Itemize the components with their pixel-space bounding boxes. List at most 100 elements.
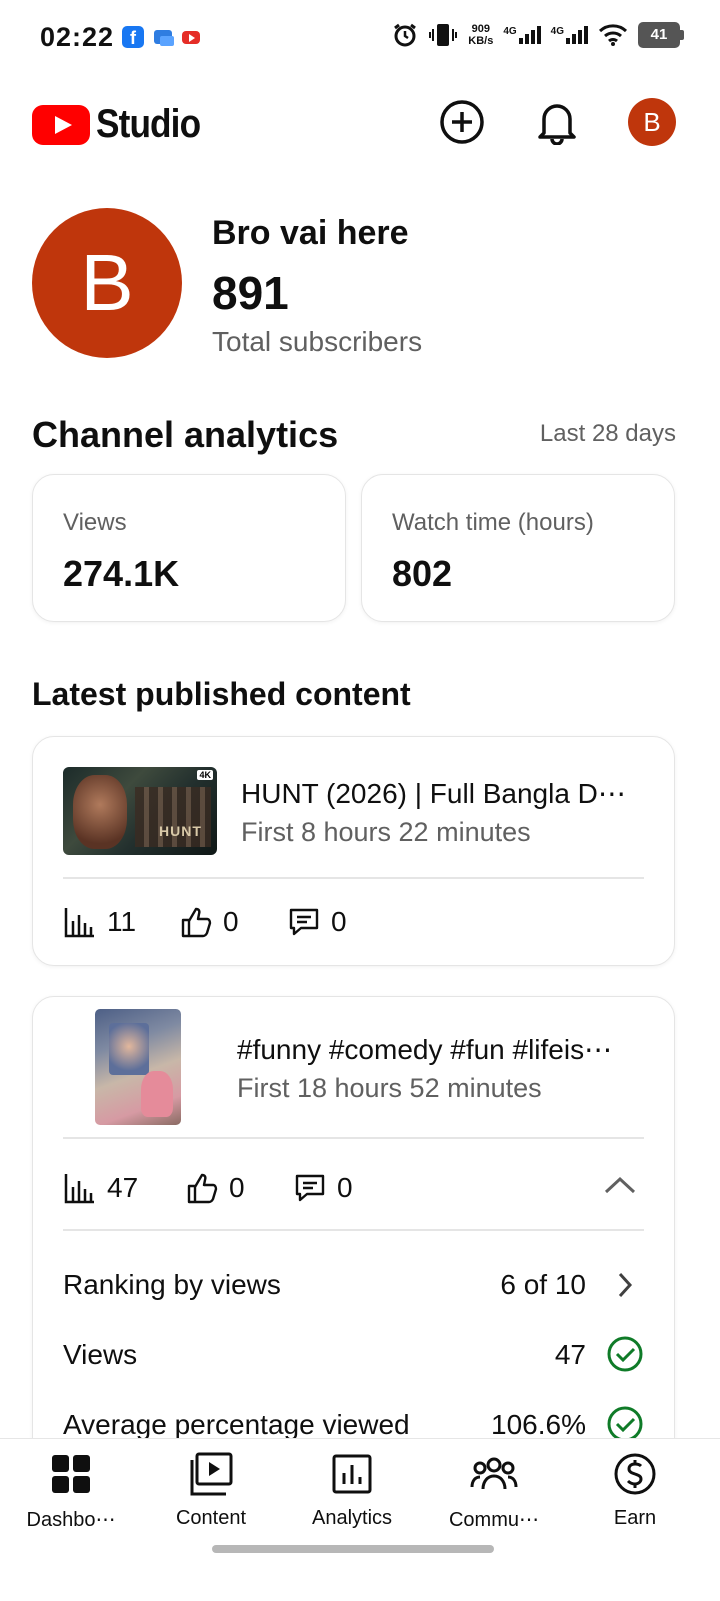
views-count: 11 xyxy=(107,906,137,937)
signal-bars-icon xyxy=(566,26,588,44)
latest-content-title: Latest published content xyxy=(32,676,411,712)
likes-count: 0 xyxy=(229,1172,245,1203)
status-time: 02:22 xyxy=(40,22,115,52)
youtube-logo-icon xyxy=(32,104,90,145)
thumbnail-person xyxy=(141,1071,173,1117)
network-speed: 909 KB/s xyxy=(468,23,493,47)
battery-icon: 41 xyxy=(638,22,684,48)
stat-value: 802 xyxy=(392,553,453,594)
stat-label: Watch time (hours) xyxy=(392,509,594,536)
youtube-icon xyxy=(182,30,200,44)
nav-dashboard[interactable]: Dashbo⋯ xyxy=(6,1451,136,1532)
detail-value: 6 of 10 xyxy=(500,1269,586,1300)
analytics-title: Channel analytics xyxy=(32,414,339,455)
thumbs-up-icon xyxy=(187,1173,218,1204)
messages-icon xyxy=(154,30,174,46)
stat-label: Views xyxy=(63,509,127,536)
system-icons: 909 KB/s 4G 4G 41 xyxy=(392,22,684,48)
nav-label: Commu⋯ xyxy=(448,1509,539,1531)
divider xyxy=(63,1137,644,1139)
thumbnail-screen xyxy=(109,1023,149,1075)
channel-name: Bro vai here xyxy=(212,214,409,252)
nav-analytics[interactable]: Analytics xyxy=(287,1451,417,1530)
analytics-icon xyxy=(332,1454,372,1494)
network-type-2: 4G xyxy=(550,26,564,37)
comments-count: 0 xyxy=(331,906,347,937)
logo-text: Studio xyxy=(96,102,201,146)
app-header: Studio B xyxy=(0,84,720,162)
channel-avatar[interactable]: B xyxy=(32,208,182,358)
signal-bars-icon xyxy=(518,26,541,44)
subscriber-label: Total subscribers xyxy=(212,326,423,357)
create-button[interactable] xyxy=(438,98,486,146)
bar-chart-icon xyxy=(64,1174,94,1204)
likes-metric: 0 xyxy=(185,1171,245,1205)
detail-label: Ranking by views xyxy=(63,1269,281,1300)
video-period: First 18 hours 52 minutes xyxy=(237,1073,542,1103)
divider xyxy=(63,877,644,879)
signal-1: 4G xyxy=(503,26,541,44)
detail-label: Views xyxy=(63,1339,138,1370)
wifi-icon xyxy=(598,24,628,46)
bell-icon xyxy=(538,104,576,145)
account-avatar[interactable]: B xyxy=(628,98,676,146)
comment-icon xyxy=(289,908,319,936)
likes-metric: 0 xyxy=(179,905,239,939)
video-title: #funny #comedy #fun #lifeis⋯ xyxy=(237,1034,613,1065)
analytics-period: Last 28 days xyxy=(539,420,676,447)
nav-label: Analytics xyxy=(311,1507,393,1529)
nav-label: Content xyxy=(175,1507,247,1529)
watch-time-card[interactable]: Watch time (hours) 802 xyxy=(361,474,675,622)
status-bar: 02:22 f 909 KB/s 4G 4G 41 xyxy=(0,0,720,78)
nav-earn[interactable]: Earn xyxy=(570,1451,700,1530)
views-count: 47 xyxy=(107,1172,139,1203)
studio-logo[interactable]: Studio xyxy=(32,102,214,147)
video-period: First 8 hours 22 minutes xyxy=(241,817,531,847)
community-icon xyxy=(470,1457,518,1490)
divider xyxy=(63,1229,644,1231)
facebook-icon: f xyxy=(122,26,144,48)
comment-icon xyxy=(295,1174,325,1202)
thumbnail-face xyxy=(73,775,127,849)
dashboard-icon xyxy=(52,1455,90,1493)
comments-metric: 0 xyxy=(293,1171,353,1205)
plus-circle-icon xyxy=(440,100,484,144)
dollar-circle-icon xyxy=(614,1453,656,1495)
notifications-button[interactable] xyxy=(533,98,581,146)
vibrate-icon xyxy=(429,24,458,46)
bottom-navigation: Dashbo⋯ Content Analytics Commu⋯ Earn xyxy=(0,1438,720,1601)
alarm-icon xyxy=(394,23,417,47)
thumbnail-title: HUNT xyxy=(159,823,202,839)
signal-2: 4G xyxy=(551,26,588,44)
chevron-right-icon[interactable] xyxy=(616,1271,634,1299)
video-thumbnail[interactable] xyxy=(95,1009,181,1125)
thumbs-up-icon xyxy=(181,907,212,938)
notification-icons: f xyxy=(122,26,200,48)
likes-count: 0 xyxy=(223,906,239,937)
home-indicator[interactable] xyxy=(212,1545,494,1553)
nav-community[interactable]: Commu⋯ xyxy=(429,1451,559,1532)
speed-unit: KB/s xyxy=(468,35,494,47)
nav-content[interactable]: Content xyxy=(146,1451,276,1530)
views-card[interactable]: Views 274.1K xyxy=(32,474,346,622)
detail-label: Average percentage viewed xyxy=(63,1409,410,1440)
chevron-up-icon[interactable] xyxy=(603,1173,637,1197)
comments-metric: 0 xyxy=(287,905,347,939)
nav-label: Earn xyxy=(613,1507,657,1529)
check-circle-icon xyxy=(607,1336,643,1372)
views-metric: 11 xyxy=(63,905,136,939)
detail-value: 106.6% xyxy=(491,1409,586,1440)
nav-label: Dashbo⋯ xyxy=(26,1509,116,1531)
bar-chart-icon xyxy=(64,908,94,938)
video-thumbnail[interactable]: HUNT 4K xyxy=(63,767,217,855)
content-card-expanded[interactable]: #funny #comedy #fun #lifeis⋯ First 18 ho… xyxy=(32,996,675,1478)
views-metric: 47 xyxy=(63,1171,138,1205)
network-type-1: 4G xyxy=(503,26,517,37)
subscriber-count: 891 xyxy=(212,267,289,319)
speed-value: 909 xyxy=(471,23,490,35)
battery-level: 41 xyxy=(650,26,668,43)
detail-value: 47 xyxy=(554,1339,586,1370)
content-card[interactable]: HUNT 4K HUNT (2026) | Full Bangla D⋯ Fir… xyxy=(32,736,675,966)
video-title: HUNT (2026) | Full Bangla D⋯ xyxy=(241,778,626,809)
stat-value: 274.1K xyxy=(63,553,180,594)
